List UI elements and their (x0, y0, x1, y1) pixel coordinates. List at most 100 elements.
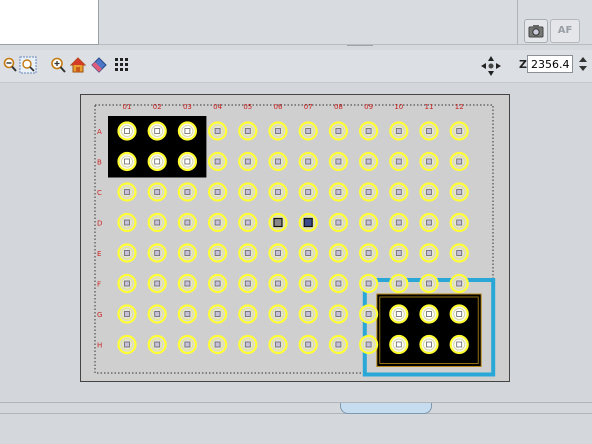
spin-up-icon[interactable] (579, 57, 587, 62)
well-A04[interactable] (208, 121, 228, 141)
well-G10[interactable] (389, 304, 409, 324)
well-E11[interactable] (419, 243, 439, 263)
well-H04[interactable] (208, 334, 228, 355)
well-H03[interactable] (177, 334, 198, 355)
well-F11[interactable] (419, 273, 439, 294)
well-H09[interactable] (359, 334, 379, 355)
well-F10[interactable] (389, 273, 409, 294)
well-D05[interactable] (238, 212, 258, 233)
well-D04[interactable] (208, 212, 228, 233)
well-E07[interactable] (298, 243, 318, 263)
well-B08[interactable] (328, 151, 348, 172)
well-G11[interactable] (419, 304, 439, 324)
well-H05[interactable] (238, 334, 258, 355)
well-F02[interactable] (147, 273, 167, 294)
panel-expand-tab[interactable] (340, 403, 432, 414)
well-D08[interactable] (328, 212, 348, 233)
zoom-out-icon[interactable] (1, 57, 17, 73)
well-C01[interactable] (117, 182, 137, 202)
well-G07[interactable] (298, 304, 318, 324)
well-G04[interactable] (208, 304, 228, 324)
well-C08[interactable] (328, 182, 348, 202)
well-B04[interactable] (208, 151, 228, 172)
well-C07[interactable] (298, 182, 318, 202)
well-D11[interactable] (419, 212, 439, 233)
well-F04[interactable] (208, 273, 228, 294)
well-B03[interactable] (177, 151, 198, 172)
well-C10[interactable] (389, 182, 409, 202)
well-F01[interactable] (117, 273, 137, 294)
well-H12[interactable] (449, 334, 469, 355)
well-D06[interactable] (268, 212, 288, 233)
well-E06[interactable] (268, 243, 288, 263)
well-G03[interactable] (177, 304, 198, 324)
well-B07[interactable] (298, 151, 318, 172)
well-C11[interactable] (419, 182, 439, 202)
well-H07[interactable] (298, 334, 318, 355)
well-F05[interactable] (238, 273, 258, 294)
spin-down-icon[interactable] (579, 66, 587, 71)
well-A10[interactable] (389, 121, 409, 141)
well-C02[interactable] (147, 182, 167, 202)
well-C12[interactable] (449, 182, 469, 202)
well-C09[interactable] (359, 182, 379, 202)
well-E10[interactable] (389, 243, 409, 263)
well-E05[interactable] (238, 243, 258, 263)
autofocus-button[interactable]: AF (550, 19, 580, 43)
well-B09[interactable] (359, 151, 379, 172)
well-D12[interactable] (449, 212, 469, 233)
well-G05[interactable] (238, 304, 258, 324)
clear-icon[interactable] (91, 57, 107, 73)
well-B02[interactable] (147, 151, 167, 172)
well-D09[interactable] (359, 212, 379, 233)
well-G06[interactable] (268, 304, 288, 324)
well-F12[interactable] (449, 273, 469, 294)
well-C05[interactable] (238, 182, 258, 202)
well-D01[interactable] (117, 212, 137, 233)
well-A11[interactable] (419, 121, 439, 141)
well-A09[interactable] (359, 121, 379, 141)
well-F09[interactable] (359, 273, 379, 294)
well-H10[interactable] (389, 334, 409, 355)
well-B06[interactable] (268, 151, 288, 172)
zoom-fit-icon[interactable] (19, 56, 37, 74)
well-G08[interactable] (328, 304, 348, 324)
camera-button[interactable] (524, 19, 548, 43)
well-B12[interactable] (449, 151, 469, 172)
well-A03[interactable] (177, 121, 198, 141)
well-H01[interactable] (117, 334, 137, 355)
home-icon[interactable] (70, 57, 86, 73)
well-D02[interactable] (147, 212, 167, 233)
well-A08[interactable] (328, 121, 348, 141)
well-F03[interactable] (177, 273, 198, 294)
well-H11[interactable] (419, 334, 439, 355)
zoom-in-icon[interactable] (50, 57, 66, 73)
move-arrows-icon[interactable] (480, 55, 502, 77)
well-A12[interactable] (449, 121, 469, 141)
well-B05[interactable] (238, 151, 258, 172)
well-H08[interactable] (328, 334, 348, 355)
well-G02[interactable] (147, 304, 167, 324)
well-D10[interactable] (389, 212, 409, 233)
well-E09[interactable] (359, 243, 379, 263)
well-E01[interactable] (117, 243, 137, 263)
well-E03[interactable] (177, 243, 198, 263)
well-A06[interactable] (268, 121, 288, 141)
well-B10[interactable] (389, 151, 409, 172)
well-E02[interactable] (147, 243, 167, 263)
well-A01[interactable] (117, 121, 137, 141)
well-G01[interactable] (117, 304, 137, 324)
z-position-input[interactable] (527, 55, 573, 73)
well-E08[interactable] (328, 243, 348, 263)
well-E04[interactable] (208, 243, 228, 263)
well-C03[interactable] (177, 182, 198, 202)
well-E12[interactable] (449, 243, 469, 263)
well-F07[interactable] (298, 273, 318, 294)
well-A02[interactable] (147, 121, 167, 141)
well-A05[interactable] (238, 121, 258, 141)
plate-map[interactable]: 01 02 03 04 05 06 07 08 09 10 11 12 A B C D E F G H (81, 95, 509, 381)
well-G12[interactable] (449, 304, 469, 324)
well-H02[interactable] (147, 334, 167, 355)
z-spinner[interactable] (577, 55, 589, 73)
well-G09[interactable] (359, 304, 379, 324)
